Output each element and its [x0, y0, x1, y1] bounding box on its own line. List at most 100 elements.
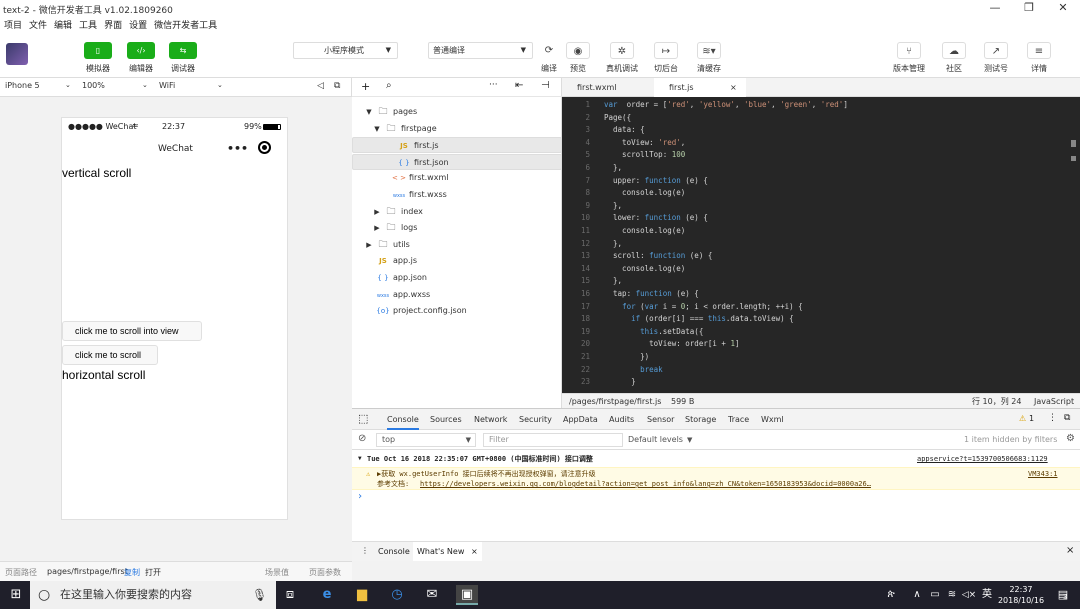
menu-tools[interactable]: 工具 [79, 18, 97, 31]
close-button[interactable]: ✕ [1048, 1, 1078, 14]
compile-select[interactable]: 普通编译 ▼ [428, 42, 533, 59]
menu-file[interactable]: 文件 [29, 18, 47, 31]
clock-app-icon[interactable]: ◷ [386, 585, 408, 605]
dock-icon[interactable]: ⧉ [1064, 413, 1070, 423]
eye-icon[interactable]: ◉ [566, 42, 590, 59]
tab-sensor[interactable]: Sensor [647, 409, 674, 430]
collapse-icon[interactable]: ⇤ [515, 80, 523, 91]
popout-icon[interactable]: ⧉ [334, 81, 340, 91]
menu-view[interactable]: 界面 [104, 18, 122, 31]
ime-indicator[interactable]: 英 [976, 585, 998, 605]
split-icon[interactable]: ⊣ [541, 80, 550, 91]
clear-console-icon[interactable]: ⊘ [358, 433, 366, 444]
zoom-select[interactable]: 100% ⌄ [82, 81, 150, 90]
file-explorer-icon[interactable]: ▆ [351, 585, 373, 605]
tab-network[interactable]: Network [474, 409, 507, 430]
tab-wxml[interactable]: Wxml [761, 409, 784, 430]
menu-edit[interactable]: 编辑 [54, 18, 72, 31]
file-tree-item[interactable]: { } first.json [352, 153, 562, 170]
file-tree-item[interactable]: ▼ 🗀 pages [352, 104, 562, 120]
avatar[interactable] [6, 43, 28, 65]
file-tree-item[interactable]: ▶ 🗀 logs [352, 220, 562, 236]
drawer-tab-console[interactable]: Console [378, 547, 410, 556]
mail-icon[interactable]: ✉ [421, 585, 443, 605]
bug-icon[interactable]: ✲ [610, 42, 634, 59]
menu-icon[interactable]: ≡ [1027, 42, 1051, 59]
file-tree-item[interactable]: { } app.json [352, 270, 562, 286]
tab-storage[interactable]: Storage [685, 409, 716, 430]
layers-icon[interactable]: ≋▾ [697, 42, 721, 59]
chevron-down-icon[interactable]: ▼ [362, 104, 376, 120]
network-select[interactable]: WiFi ⌄ [159, 81, 227, 90]
debugger-button[interactable]: ⇆ [169, 42, 197, 59]
doc-link[interactable]: https://developers.weixin.qq.com/blogdet… [420, 479, 871, 489]
scroll-button[interactable]: click me to scroll [62, 345, 158, 365]
file-tree-item[interactable]: ▶ 🗀 utils [352, 237, 562, 253]
microphone-icon[interactable]: 🎙 [252, 581, 267, 609]
file-tree-item[interactable]: JS app.js [352, 253, 562, 269]
inspect-icon[interactable]: ⬚ [358, 412, 368, 425]
tab-first-js[interactable]: first.js × [654, 78, 746, 97]
file-tree-item[interactable]: {o} project.config.json [352, 303, 562, 319]
scroll-into-view-button[interactable]: click me to scroll into view [62, 321, 202, 341]
file-tree-item[interactable]: < > first.wxml [352, 170, 562, 186]
maximize-button[interactable]: ❐ [1014, 1, 1044, 14]
capsule-close-icon[interactable] [258, 141, 271, 154]
file-tree-item[interactable]: ▶ 🗀 index [352, 204, 562, 220]
add-icon[interactable]: + [361, 80, 370, 93]
context-select[interactable]: top ▼ [376, 433, 476, 447]
console-filter-input[interactable]: Filter [483, 433, 623, 447]
warning-source-link[interactable]: VM343:1 [1028, 469, 1058, 479]
device-select[interactable]: iPhone 5 ⌄ [5, 81, 73, 90]
tab-first-wxml[interactable]: first.wxml [562, 78, 654, 97]
log-levels-select[interactable]: Default levels ▼ [628, 435, 692, 444]
taskbar-search[interactable]: ○ 在这里输入你要搜索的内容 🎙 [30, 581, 276, 609]
drawer-close-icon[interactable]: × [1066, 545, 1074, 556]
chevron-right-icon[interactable]: ▶ [362, 237, 376, 253]
clock[interactable]: 22:37 2018/10/16 [996, 584, 1046, 606]
refresh-icon[interactable]: ⟳ [537, 42, 561, 59]
warning-icon[interactable]: ⚠ [1019, 414, 1026, 423]
branch-icon[interactable]: ⑂ [897, 42, 921, 59]
copy-link[interactable]: 复制 [124, 567, 140, 578]
speaker-icon[interactable]: ◁ [317, 81, 324, 91]
chat-icon[interactable]: ☁ [942, 42, 966, 59]
chevron-right-icon[interactable]: ▶ [370, 204, 384, 220]
person-icon[interactable]: ጵ [880, 585, 902, 605]
tab-audits[interactable]: Audits [609, 409, 634, 430]
chevron-right-icon[interactable]: ▶ [370, 220, 384, 236]
editor-button[interactable]: ‹/› [127, 42, 155, 59]
edge-icon[interactable]: e [316, 585, 338, 605]
wechat-devtools-icon[interactable]: ▣ [456, 585, 478, 605]
language-mode[interactable]: JavaScript [1034, 394, 1074, 409]
menu-project[interactable]: 项目 [4, 18, 22, 31]
cursor-position[interactable]: 行 10，列 24 [972, 394, 1021, 409]
chevron-down-icon[interactable]: ▼ [370, 121, 384, 137]
search-icon[interactable]: ⌕ [386, 80, 392, 91]
kebab-menu-icon[interactable]: ⋮ [1048, 413, 1057, 423]
warning-message[interactable]: ▶获取 wx.getUserInfo 接口后续将不再出现授权弹窗，请注意升级 [377, 469, 596, 479]
code-area[interactable]: 1 var order = ['red', 'yellow', 'blue', '… [562, 97, 1080, 393]
task-view-icon[interactable]: ⧈ [279, 585, 301, 605]
open-link[interactable]: 打开 [145, 567, 161, 578]
file-tree-item[interactable]: JS first.js [352, 137, 562, 154]
drawer-menu-icon[interactable]: ⋮ [361, 546, 369, 555]
external-link-icon[interactable]: ↗ [984, 42, 1008, 59]
tab-appdata[interactable]: AppData [563, 409, 598, 430]
background-icon[interactable]: ↦ [654, 42, 678, 59]
tab-sources[interactable]: Sources [430, 409, 462, 430]
page-params-link[interactable]: 页面参数 [309, 567, 341, 578]
menu-devtools[interactable]: 微信开发者工具 [154, 18, 217, 31]
drawer-tab-whatsnew[interactable]: What's New × [413, 542, 482, 561]
file-tree-item[interactable]: ▼ 🗀 firstpage [352, 121, 562, 137]
more-icon[interactable]: ··· [489, 80, 498, 90]
tab-console[interactable]: Console [387, 409, 419, 430]
mode-select[interactable]: 小程序模式 ▼ [293, 42, 398, 59]
simulator-button[interactable]: ▯ [84, 42, 112, 59]
file-tree-item[interactable]: wxss first.wxss [352, 187, 562, 203]
drawer-tab-close-icon[interactable]: × [471, 547, 478, 556]
tab-security[interactable]: Security [519, 409, 552, 430]
gear-icon[interactable]: ⚙ [1066, 433, 1075, 444]
console-prompt[interactable]: › [352, 492, 1080, 504]
log-source-link[interactable]: appservice?t=1539700506683:1129 [917, 454, 1048, 464]
